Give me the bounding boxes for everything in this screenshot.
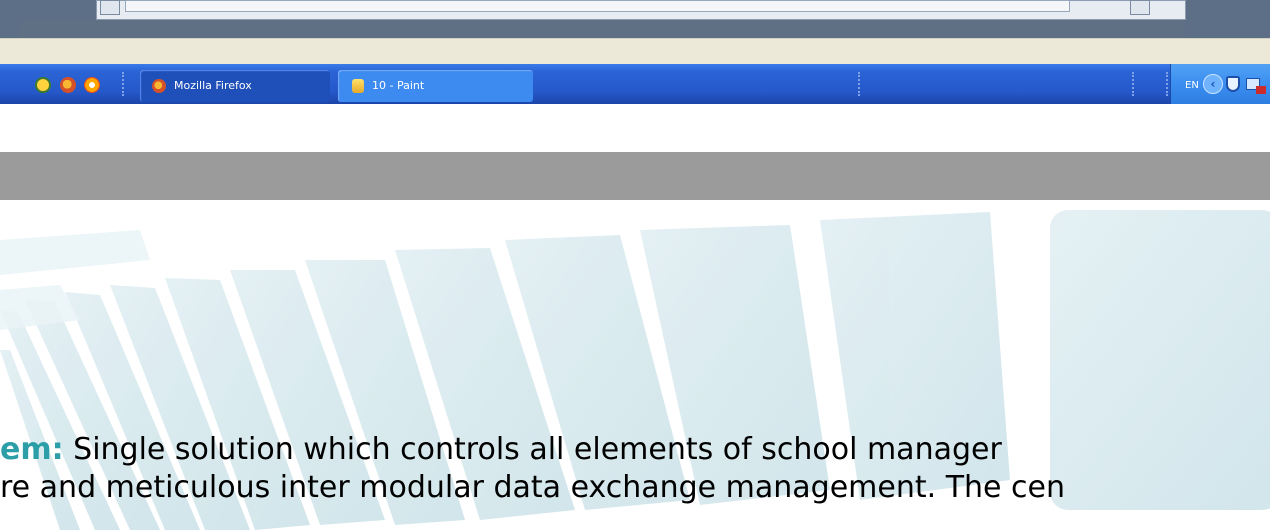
- slide-text-line-1-rest: Single solution which controls all eleme…: [63, 432, 1002, 467]
- ie-quicklaunch-icon[interactable]: [84, 77, 100, 93]
- gap: [0, 104, 1270, 152]
- shield-icon[interactable]: [1226, 76, 1240, 92]
- firefox-icon: [152, 79, 166, 93]
- taskbar-separator: [122, 72, 126, 96]
- scroll-left-button[interactable]: [100, 0, 120, 15]
- slide-keyword: em:: [0, 432, 64, 467]
- slide-text-line: re and meticulous inter modular data exc…: [0, 470, 1065, 505]
- taskbar-button-paint[interactable]: 10 - Paint: [338, 70, 533, 102]
- taskbar-button-label: Mozilla Firefox: [174, 79, 252, 92]
- status-bar: [0, 38, 1270, 64]
- network-error-icon: [1256, 86, 1266, 94]
- language-indicator[interactable]: EN: [1185, 80, 1199, 91]
- slide-text-line: em: Single solution which controls all e…: [0, 432, 1002, 467]
- taskbar-button-label: 10 - Paint: [372, 79, 425, 92]
- screen: Mozilla Firefox 10 - Paint EN ‹ em: Sing…: [0, 0, 1270, 530]
- window-frame-right: [1185, 0, 1270, 38]
- firefox-quicklaunch-icon[interactable]: [60, 77, 76, 93]
- slide-body: em: Single solution which controls all e…: [0, 200, 1270, 530]
- window-bottom-border: [20, 20, 1185, 38]
- scrollbar-thumb[interactable]: [125, 0, 1070, 12]
- window-frame-left: [0, 0, 20, 38]
- paint-icon: [352, 79, 364, 93]
- show-hidden-icons-button[interactable]: ‹: [1203, 74, 1223, 94]
- security-center-icon[interactable]: [35, 77, 51, 93]
- taskbar-separator: [858, 72, 862, 96]
- scroll-right-button[interactable]: [1130, 0, 1150, 15]
- slide-header-band: [0, 152, 1270, 200]
- taskbar-separator: [1132, 72, 1136, 96]
- taskbar-button-firefox[interactable]: Mozilla Firefox: [140, 70, 330, 102]
